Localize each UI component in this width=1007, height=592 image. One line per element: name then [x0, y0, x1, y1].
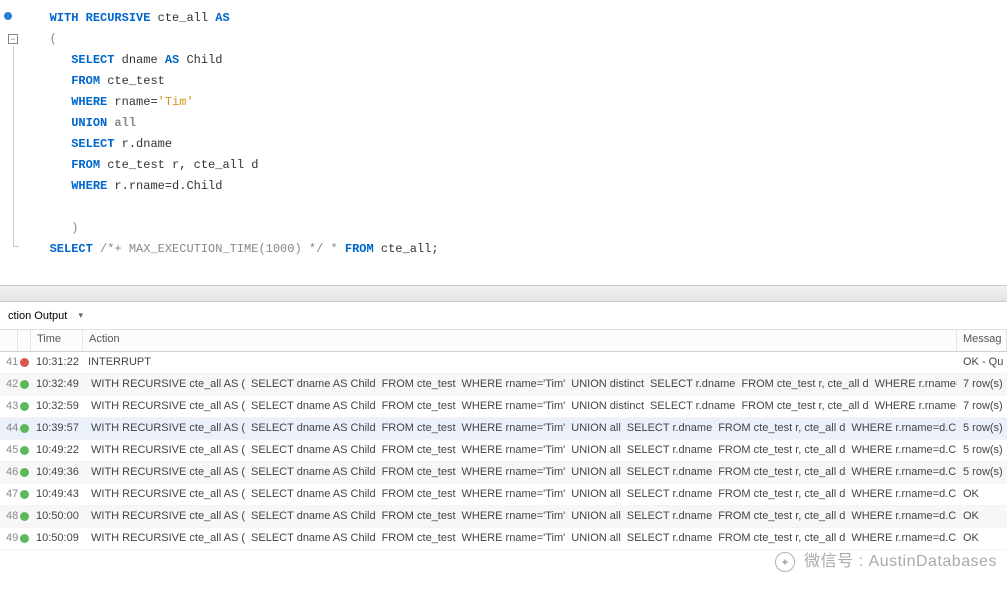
- watermark: ✦ 微信号 : AustinDatabases: [775, 547, 997, 572]
- output-type-dropdown[interactable]: ction Output: [4, 308, 86, 323]
- status-ok-icon: [20, 424, 29, 433]
- status-ok-icon: [20, 468, 29, 477]
- pane-divider[interactable]: [0, 285, 1007, 302]
- output-row[interactable]: 4110:31:22INTERRUPTOK - Qu: [0, 352, 1007, 374]
- fold-guide: [13, 46, 14, 246]
- col-header-action[interactable]: Action: [83, 330, 957, 351]
- sql-editor[interactable]: − WITH RECURSIVE cte_all AS ( SELECT dna…: [0, 0, 1007, 285]
- output-row[interactable]: 4910:50:09WITH RECURSIVE cte_all AS (SEL…: [0, 528, 1007, 550]
- status-ok-icon: [20, 446, 29, 455]
- status-ok-icon: [20, 512, 29, 521]
- output-row[interactable]: 4310:32:59WITH RECURSIVE cte_all AS (SEL…: [0, 396, 1007, 418]
- output-row[interactable]: 4710:49:43WITH RECURSIVE cte_all AS (SEL…: [0, 484, 1007, 506]
- output-panel: ction Output Time Action Messag 4110:31:…: [0, 302, 1007, 550]
- output-row[interactable]: 4410:39:57WITH RECURSIVE cte_all AS (SEL…: [0, 418, 1007, 440]
- editor-gutter: −: [0, 8, 22, 285]
- status-error-icon: [20, 358, 29, 367]
- status-ok-icon: [20, 380, 29, 389]
- wechat-icon: ✦: [775, 552, 795, 572]
- col-header-time[interactable]: Time: [31, 330, 83, 351]
- status-ok-icon: [20, 402, 29, 411]
- output-row[interactable]: 4210:32:49WITH RECURSIVE cte_all AS (SEL…: [0, 374, 1007, 396]
- output-row[interactable]: 4610:49:36WITH RECURSIVE cte_all AS (SEL…: [0, 462, 1007, 484]
- status-ok-icon: [20, 534, 29, 543]
- col-header-message[interactable]: Messag: [957, 330, 1007, 351]
- output-row[interactable]: 4510:49:22WITH RECURSIVE cte_all AS (SEL…: [0, 440, 1007, 462]
- code-content[interactable]: WITH RECURSIVE cte_all AS ( SELECT dname…: [2, 8, 1005, 260]
- status-ok-icon: [20, 490, 29, 499]
- output-grid-body: 4110:31:22INTERRUPTOK - Qu4210:32:49WITH…: [0, 352, 1007, 550]
- output-grid-header: Time Action Messag: [0, 330, 1007, 352]
- fold-collapse-icon[interactable]: −: [8, 34, 18, 44]
- breakpoint-icon[interactable]: [4, 12, 12, 20]
- output-row[interactable]: 4810:50:00WITH RECURSIVE cte_all AS (SEL…: [0, 506, 1007, 528]
- output-toolbar: ction Output: [0, 302, 1007, 330]
- fold-guide-end: [13, 246, 19, 247]
